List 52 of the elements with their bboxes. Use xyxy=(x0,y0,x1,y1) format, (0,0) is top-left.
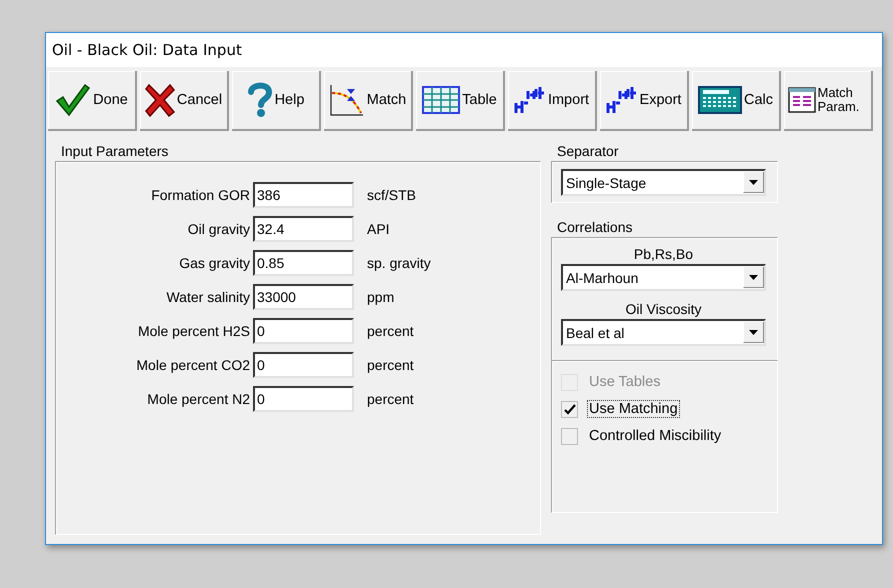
field-label: Mole percent N2 xyxy=(146,391,251,407)
calculator-icon xyxy=(698,86,742,114)
toolbar-button[interactable]: Table xyxy=(416,71,505,131)
input-field[interactable]: 0 xyxy=(253,352,354,378)
unit-label: percent xyxy=(366,357,414,373)
field-label: Mole percent CO2 xyxy=(135,357,251,373)
cross-icon xyxy=(144,83,175,117)
chart-icon xyxy=(328,83,365,117)
dropdown[interactable]: Al-Marhoun xyxy=(561,264,766,291)
input-field[interactable]: 0 xyxy=(253,318,354,344)
field-label: Water salinity xyxy=(165,289,251,305)
field-label: Gas gravity xyxy=(178,255,251,271)
toolbar-button[interactable]: Cancel xyxy=(140,71,229,131)
toolbar-button[interactable]: Import xyxy=(508,71,597,131)
checkbox[interactable] xyxy=(561,428,578,444)
input-field[interactable]: 0 xyxy=(253,386,354,412)
grid-icon xyxy=(422,86,460,114)
toolbar-button[interactable]: Match Param. xyxy=(784,71,873,131)
input-field[interactable]: 33000 xyxy=(253,284,354,310)
unit-label: API xyxy=(366,221,390,237)
list-window-icon xyxy=(788,87,816,113)
window-title: Oil - Black Oil: Data Input xyxy=(52,41,242,59)
question-mark-icon xyxy=(246,82,273,118)
field-label: Oil gravity xyxy=(186,221,251,237)
data-icon xyxy=(606,85,638,115)
dropdown[interactable]: Single-Stage xyxy=(561,169,766,196)
input-field[interactable]: 0.85 xyxy=(253,250,354,276)
field-label: Mole percent H2S xyxy=(136,323,251,339)
dropdown[interactable]: Beal et al xyxy=(561,319,766,346)
data-icon xyxy=(514,85,546,115)
dropdown-label: Oil Viscosity xyxy=(624,300,702,319)
group-title: Input Parameters xyxy=(60,143,170,161)
input-field[interactable]: 386 xyxy=(253,182,354,208)
unit-label: ppm xyxy=(366,289,394,305)
toolbar-button[interactable]: Calc xyxy=(692,71,781,131)
unit-label: scf/STB xyxy=(366,187,416,203)
checkmark-icon xyxy=(55,83,92,117)
unit-label: sp. gravity xyxy=(366,255,431,271)
toolbar-button[interactable]: Match xyxy=(324,71,413,131)
checkbox-label[interactable]: Controlled Miscibility xyxy=(587,427,724,445)
toolbar-button[interactable]: Export xyxy=(600,71,689,131)
checkbox-label[interactable]: Use Matching xyxy=(587,400,680,418)
unit-label: percent xyxy=(366,323,414,339)
group-title: Separator xyxy=(556,143,620,161)
dropdown-label: Pb,Rs,Bo xyxy=(632,245,694,264)
group-title: Correlations xyxy=(556,219,634,237)
checkbox[interactable] xyxy=(561,400,578,418)
field-label: Formation GOR xyxy=(150,187,251,203)
toolbar-button[interactable]: Help xyxy=(232,71,321,131)
toolbar-button[interactable]: Done xyxy=(48,71,137,131)
unit-label: percent xyxy=(366,391,414,407)
input-field[interactable]: 32.4 xyxy=(253,216,354,242)
